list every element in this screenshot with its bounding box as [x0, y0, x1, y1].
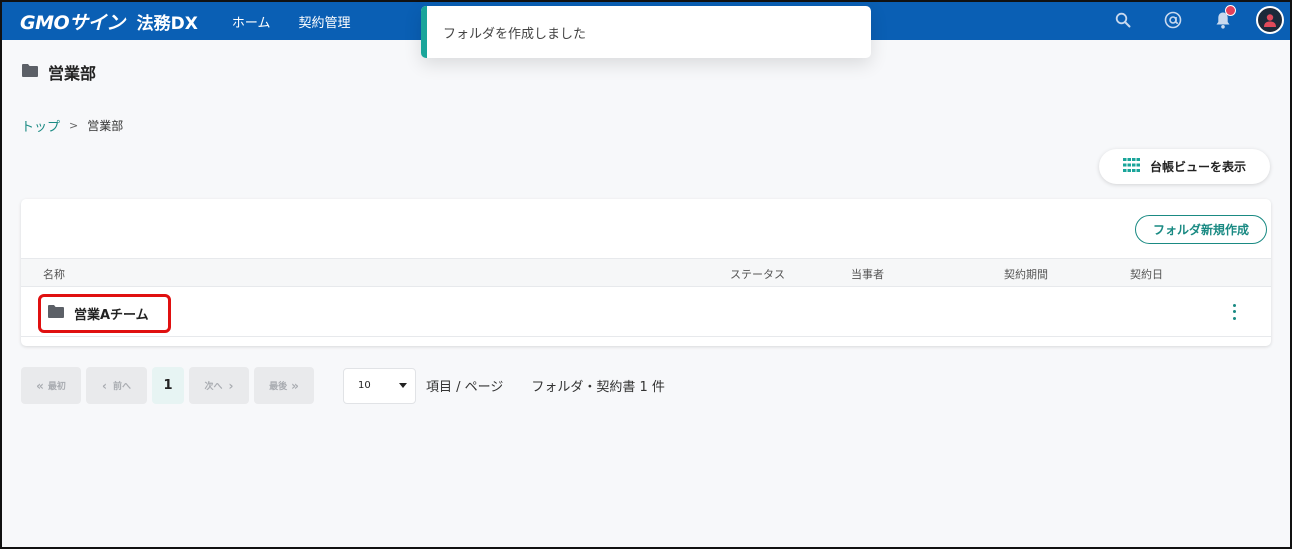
- breadcrumb: トップ > 営業部: [21, 116, 123, 135]
- app-logo[interactable]: GMOサイン 法務DX: [20, 8, 198, 35]
- prev-page-label: 前へ: [112, 382, 131, 392]
- last-page-label: 最後: [269, 382, 288, 392]
- next-page-button[interactable]: 次へ ›: [189, 367, 249, 404]
- caret-down-icon: [399, 383, 407, 388]
- page-title-text: 営業部: [48, 64, 97, 83]
- prev-page-button[interactable]: ‹ 前へ: [86, 367, 147, 404]
- column-header-period[interactable]: 契約期間: [1004, 266, 1048, 282]
- chevron-left-icon: ‹: [102, 378, 107, 393]
- toast-message: フォルダを作成しました: [443, 26, 587, 42]
- folder-icon: [47, 304, 65, 323]
- toast-accent-bar: [421, 6, 427, 58]
- mention-icon[interactable]: [1160, 7, 1186, 33]
- chevron-right-icon: ›: [228, 378, 234, 393]
- first-page-button[interactable]: « 最初: [21, 367, 81, 404]
- first-page-label: 最初: [47, 382, 66, 392]
- breadcrumb-home-link[interactable]: トップ: [21, 116, 60, 135]
- breadcrumb-current: 営業部: [87, 119, 124, 133]
- page-title: 営業部: [21, 60, 96, 84]
- nav-item-home[interactable]: ホーム: [232, 12, 271, 31]
- pagination: « 最初 ‹ 前へ 1 次へ › 最後 » 10 項目 / ページ フォルダ・契…: [21, 367, 665, 404]
- success-toast: フォルダを作成しました: [421, 6, 871, 58]
- table-row[interactable]: 営業Aチーム: [21, 287, 1271, 337]
- grid-icon: [1122, 158, 1140, 175]
- folder-name-highlight[interactable]: 営業Aチーム: [38, 294, 171, 333]
- table-header: 名称 ステータス 当事者 契約期間 契約日: [21, 258, 1271, 287]
- double-chevron-right-icon: »: [291, 378, 299, 393]
- show-ledger-view-label: 台帳ビューを表示: [1149, 160, 1246, 174]
- search-icon[interactable]: [1110, 7, 1136, 33]
- notification-bell-icon[interactable]: [1210, 5, 1236, 33]
- next-page-label: 次へ: [204, 382, 223, 392]
- breadcrumb-separator: >: [69, 119, 79, 132]
- logo-brand: GMOサイン: [20, 11, 125, 34]
- per-page-label: 項目 / ページ: [426, 380, 504, 395]
- folder-list-card: フォルダ新規作成 名称 ステータス 当事者 契約期間 契約日 営業Aチーム: [21, 199, 1271, 346]
- nav-item-contract-management[interactable]: 契約管理: [299, 12, 351, 31]
- folder-icon: [21, 63, 39, 82]
- show-ledger-view-button[interactable]: 台帳ビューを表示: [1099, 149, 1270, 184]
- column-header-name[interactable]: 名称: [43, 266, 65, 282]
- current-page-button[interactable]: 1: [152, 367, 184, 404]
- row-more-actions-icon[interactable]: [1227, 302, 1241, 322]
- logo-product: 法務DX: [136, 13, 198, 34]
- column-header-status[interactable]: ステータス: [730, 266, 785, 282]
- folder-name[interactable]: 営業Aチーム: [74, 304, 149, 323]
- column-header-party[interactable]: 当事者: [851, 266, 884, 282]
- notification-badge: [1225, 5, 1236, 16]
- header-actions: [1086, 5, 1284, 34]
- column-header-date[interactable]: 契約日: [1130, 266, 1163, 282]
- new-folder-button[interactable]: フォルダ新規作成: [1135, 215, 1267, 244]
- double-chevron-left-icon: «: [36, 378, 44, 393]
- last-page-button[interactable]: 最後 »: [254, 367, 314, 404]
- main-nav: ホーム 契約管理: [232, 12, 379, 31]
- item-count: フォルダ・契約書 1 件: [531, 380, 665, 395]
- per-page-select[interactable]: 10: [343, 367, 416, 404]
- user-avatar-icon[interactable]: [1256, 6, 1284, 34]
- per-page-value: 10: [358, 380, 371, 391]
